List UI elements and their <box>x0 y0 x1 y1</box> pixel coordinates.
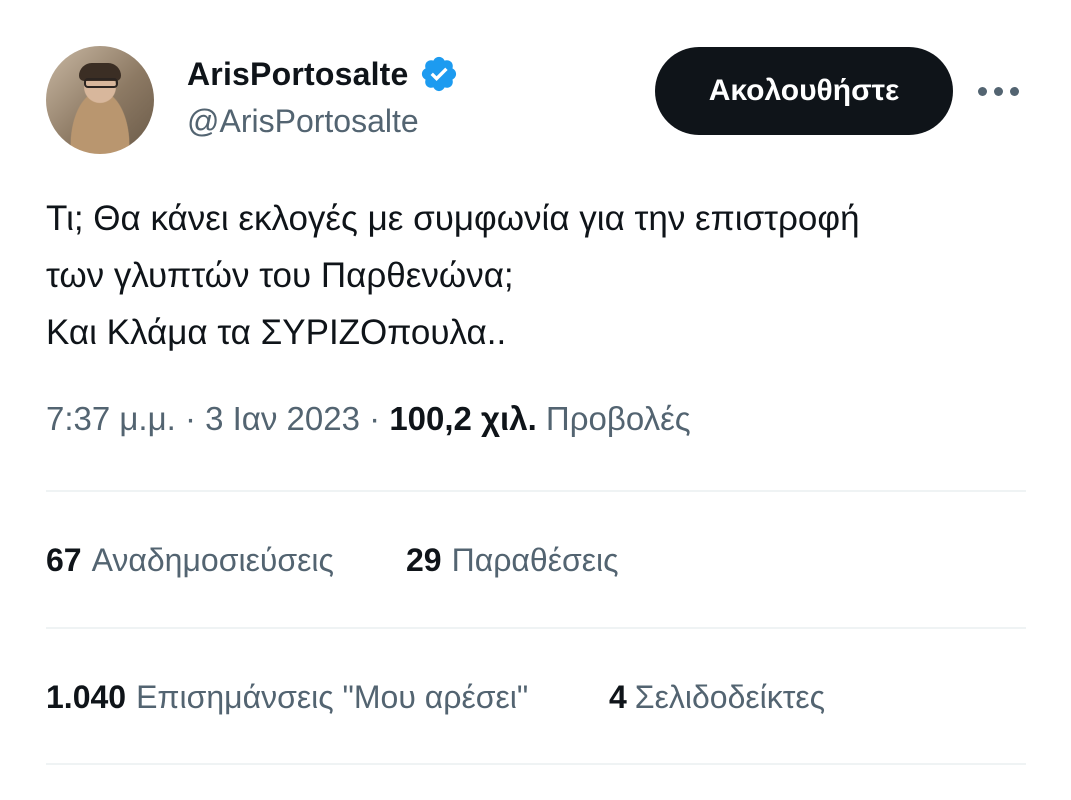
reposts-count: 67 <box>46 542 82 578</box>
tweet-date[interactable]: 3 Ιαν 2023 <box>205 400 360 437</box>
meta-separator: · <box>369 400 381 437</box>
more-dot <box>1010 86 1019 96</box>
author-name-row: ArisPortosalte <box>187 54 459 94</box>
more-dot <box>994 86 1003 96</box>
follow-button[interactable]: Ακολουθήστε <box>655 47 953 135</box>
bookmarks-stat[interactable]: 4 Σελιδοδείκτες <box>609 679 825 716</box>
bookmarks-count: 4 <box>609 679 627 715</box>
divider <box>46 763 1026 765</box>
tweet-time[interactable]: 7:37 μ.μ. <box>46 400 176 437</box>
more-dot <box>978 86 987 96</box>
reposts-stat[interactable]: 67 Αναδημοσιεύσεις <box>46 542 406 579</box>
tweet-text: Τι; Θα κάνει εκλογές με συμφωνία για την… <box>46 190 1036 361</box>
meta-separator: · <box>184 400 196 437</box>
stats-row-1: 67 Αναδημοσιεύσεις 29 Παραθέσεις <box>46 542 619 579</box>
likes-label: Επισημάνσεις "Μου αρέσει" <box>136 679 529 715</box>
tweet-line: Τι; Θα κάνει εκλογές με συμφωνία για την… <box>46 199 860 238</box>
avatar[interactable] <box>46 46 154 154</box>
views-label: Προβολές <box>545 400 691 437</box>
stats-row-2: 1.040 Επισημάνσεις "Μου αρέσει" 4 Σελιδο… <box>46 679 825 716</box>
quotes-stat[interactable]: 29 Παραθέσεις <box>406 542 619 579</box>
tweet-meta: 7:37 μ.μ. · 3 Ιαν 2023 · 100,2 χιλ. Προβ… <box>46 400 691 438</box>
verified-badge-icon[interactable] <box>419 54 459 94</box>
more-horizontal-icon[interactable] <box>978 80 1024 102</box>
likes-stat[interactable]: 1.040 Επισημάνσεις "Μου αρέσει" <box>46 679 609 716</box>
tweet-line: των γλυπτών του Παρθενώνα; <box>46 256 514 295</box>
divider <box>46 490 1026 492</box>
avatar-glasses <box>84 78 118 88</box>
views-count: 100,2 χιλ. <box>389 400 537 437</box>
tweet-line: Και Κλάμα τα ΣΥΡΙΖΟπουλα.. <box>46 313 507 352</box>
divider <box>46 627 1026 629</box>
author-display-name[interactable]: ArisPortosalte <box>187 56 409 93</box>
quotes-label: Παραθέσεις <box>451 542 619 578</box>
likes-count: 1.040 <box>46 679 127 715</box>
quotes-count: 29 <box>406 542 442 578</box>
bookmarks-label: Σελιδοδείκτες <box>634 679 826 715</box>
reposts-label: Αναδημοσιεύσεις <box>91 542 334 578</box>
author-handle[interactable]: @ArisPortosalte <box>187 103 419 140</box>
